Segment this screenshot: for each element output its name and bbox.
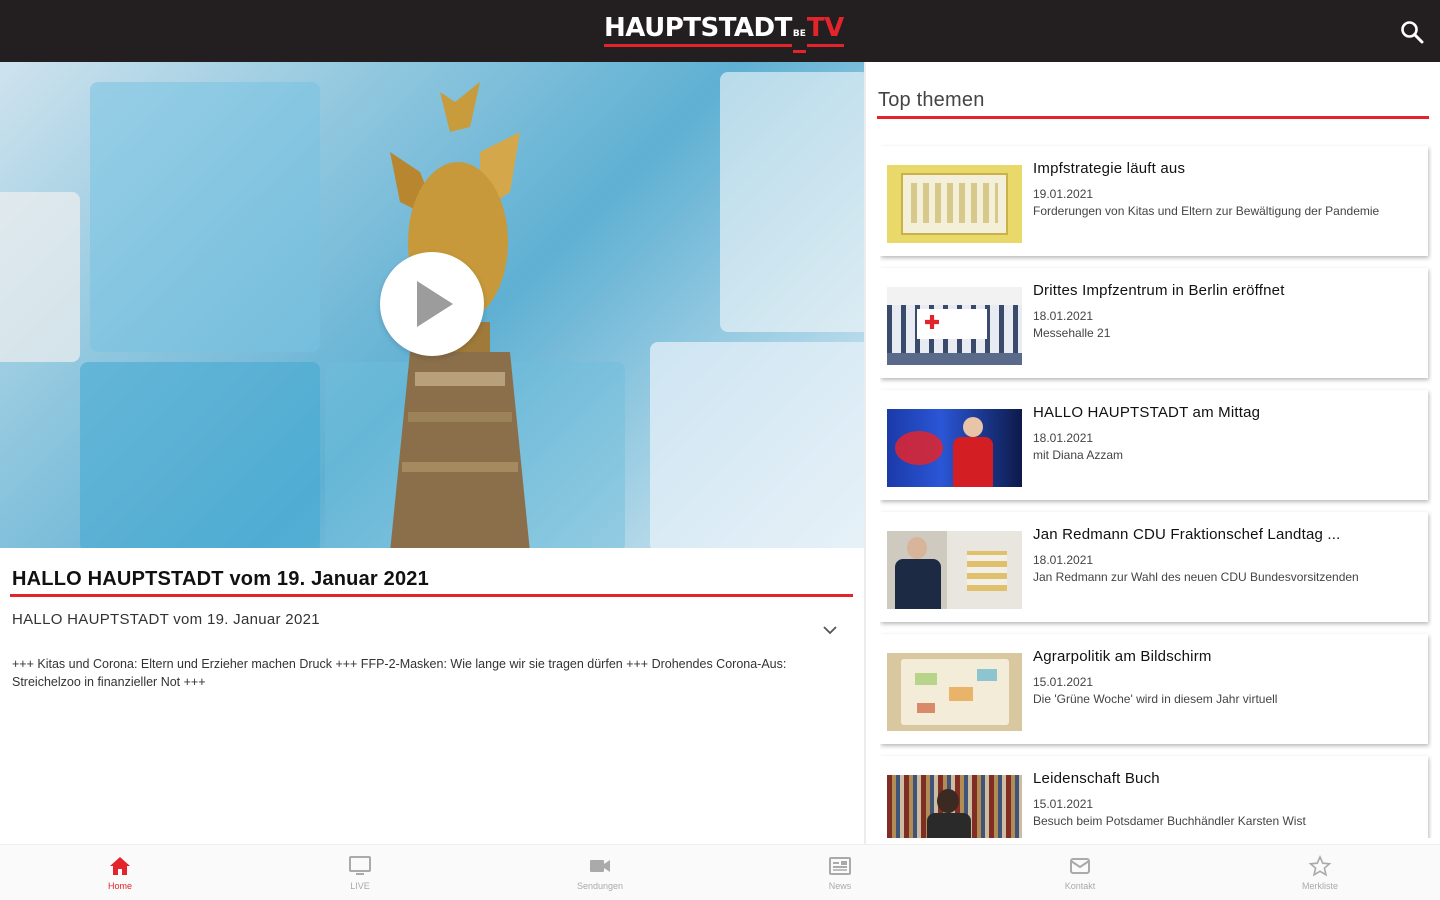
play-icon [417, 281, 453, 327]
glass-panel [80, 362, 320, 548]
search-button[interactable] [1398, 18, 1426, 46]
nav-news[interactable]: News [720, 845, 960, 900]
top-themen-list[interactable]: Impfstrategie läuft aus 19.01.2021 Forde… [880, 140, 1432, 838]
nav-kontakt[interactable]: Kontakt [960, 845, 1200, 900]
list-item[interactable]: Impfstrategie läuft aus 19.01.2021 Forde… [880, 146, 1428, 256]
video-thumbnail [887, 653, 1022, 731]
list-item[interactable]: Jan Redmann CDU Fraktionschef Landtag ..… [880, 512, 1428, 622]
featured-title: HALLO HAUPTSTADT vom 19. Januar 2021 [12, 568, 429, 590]
title-underline [10, 594, 853, 597]
card-date: 15.01.2021 [1033, 675, 1094, 689]
featured-video-player[interactable] [0, 62, 864, 548]
nav-merkliste-label: Merkliste [1301, 881, 1338, 891]
tv-icon [349, 856, 371, 875]
star-icon [1308, 855, 1332, 877]
glass-panel [650, 342, 864, 548]
card-date: 15.01.2021 [1033, 797, 1094, 811]
card-date: 18.01.2021 [1033, 431, 1094, 445]
home-icon [110, 857, 130, 875]
video-camera-icon [590, 860, 610, 872]
card-title: Agrarpolitik am Bildschirm [1033, 648, 1212, 665]
chevron-down-icon [823, 626, 837, 635]
nav-live[interactable]: LIVE [240, 845, 480, 900]
expand-description-button[interactable] [820, 622, 840, 638]
card-title: Leidenschaft Buch [1033, 770, 1160, 787]
hauptstadt-tv-logo[interactable]: HAUPTSTADT BE TV [604, 13, 844, 53]
video-thumbnail [887, 165, 1022, 243]
card-date: 19.01.2021 [1033, 187, 1094, 201]
card-date: 18.01.2021 [1033, 553, 1094, 567]
list-item[interactable]: Leidenschaft Buch 15.01.2021 Besuch beim… [880, 756, 1428, 838]
card-description: Messehalle 21 [1033, 326, 1111, 340]
card-description: Forderungen von Kitas und Eltern zur Bew… [1033, 204, 1380, 218]
logo-main-text: HAUPTSTADT [604, 13, 792, 47]
column-divider [864, 62, 866, 844]
featured-description: +++ Kitas und Corona: Eltern und Erziehe… [12, 657, 787, 689]
top-app-bar: HAUPTSTADT BE TV [0, 0, 1440, 62]
glass-panel [0, 192, 80, 362]
video-thumbnail [887, 531, 1022, 609]
featured-subtitle: HALLO HAUPTSTADT vom 19. Januar 2021 [12, 611, 320, 628]
card-title: Impfstrategie läuft aus [1033, 160, 1186, 177]
card-title: Drittes Impfzentrum in Berlin eröffnet [1033, 282, 1285, 299]
top-themen-underline [877, 116, 1429, 119]
card-description: Jan Redmann zur Wahl des neuen CDU Bunde… [1033, 570, 1359, 584]
video-thumbnail [887, 409, 1022, 487]
card-description: mit Diana Azzam [1033, 448, 1124, 462]
list-item[interactable]: Agrarpolitik am Bildschirm 15.01.2021 Di… [880, 634, 1428, 744]
card-description: Die 'Grüne Woche' wird in diesem Jahr vi… [1033, 692, 1278, 706]
glass-panel [90, 82, 320, 352]
top-themen-heading: Top themen [878, 89, 985, 111]
news-icon [829, 857, 851, 875]
logo-tv-text: TV [806, 13, 844, 47]
card-title: HALLO HAUPTSTADT am Mittag [1033, 404, 1261, 421]
list-item[interactable]: Drittes Impfzentrum in Berlin eröffnet 1… [880, 268, 1428, 378]
nav-merkliste[interactable]: Merkliste [1200, 845, 1440, 900]
bottom-navigation: Home LIVE Sendungen News Kontakt Merklis… [0, 844, 1440, 900]
card-title: Jan Redmann CDU Fraktionschef Landtag ..… [1033, 526, 1341, 543]
nav-news-label: News [828, 881, 852, 891]
logo-sub-text: BE [792, 19, 806, 53]
mail-icon [1070, 858, 1090, 874]
glass-panel [720, 72, 864, 332]
nav-sendungen-label: Sendungen [576, 881, 624, 891]
nav-home[interactable]: Home [0, 845, 240, 900]
nav-kontakt-label: Kontakt [1064, 881, 1096, 891]
list-item[interactable]: HALLO HAUPTSTADT am Mittag 18.01.2021 mi… [880, 390, 1428, 500]
video-thumbnail [887, 775, 1022, 838]
search-icon [1401, 21, 1424, 44]
nav-live-label: LIVE [350, 881, 370, 891]
nav-sendungen[interactable]: Sendungen [480, 845, 720, 900]
video-thumbnail [887, 287, 1022, 365]
nav-home-label: Home [107, 881, 132, 891]
card-description: Besuch beim Potsdamer Buchhändler Karste… [1033, 814, 1306, 828]
card-date: 18.01.2021 [1033, 309, 1094, 323]
play-button[interactable] [380, 252, 484, 356]
